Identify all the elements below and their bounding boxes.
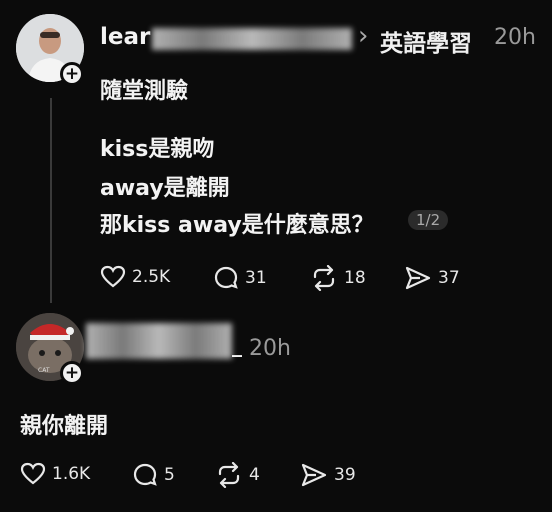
heart-icon (100, 265, 126, 288)
comment-bubble-icon (214, 266, 238, 289)
comment-bubble-icon (133, 463, 157, 486)
reply-repost-button[interactable]: 4 (215, 462, 260, 488)
reply-comment-count: 5 (164, 465, 175, 485)
reply-text: 親你離開 (20, 414, 109, 439)
plus-icon: + (64, 362, 80, 383)
like-button[interactable]: 2.5K (100, 265, 170, 289)
reply-repost-count: 4 (249, 465, 260, 485)
reply-comment-button[interactable]: 5 (132, 462, 175, 488)
post-title: 隨堂測驗 (100, 79, 189, 104)
reply-like-button[interactable]: 1.6K (20, 462, 90, 486)
reply-like-count: 1.6K (52, 464, 91, 484)
share-count: 37 (438, 268, 460, 288)
reply-share-button[interactable]: 39 (300, 462, 356, 488)
carousel-page-indicator: 1/2 (408, 210, 449, 230)
follow-button[interactable]: + (60, 62, 84, 86)
author-username[interactable]: lear (100, 24, 150, 50)
username-redaction (152, 28, 352, 50)
topic-chevron-icon: › (358, 21, 369, 51)
post-line-2: away是離開 (100, 176, 230, 201)
post-line-3: 那kiss away是什麼意思？ (100, 213, 374, 238)
topic-tag[interactable]: 英語學習 (380, 24, 472, 58)
post-line-1: kiss是親吻 (100, 137, 215, 162)
repost-button[interactable]: 18 (310, 265, 366, 291)
comment-count: 31 (245, 268, 267, 288)
post-timestamp: 20h (494, 25, 536, 50)
send-arrow-icon (405, 266, 431, 290)
reply-username-suffix: _ (232, 333, 242, 357)
reply-share-count: 39 (334, 465, 356, 485)
thread-connector-line (50, 98, 52, 303)
share-button[interactable]: 37 (404, 265, 460, 291)
plus-icon: + (64, 63, 80, 84)
repost-count: 18 (344, 268, 366, 288)
avatar-caption: CAT (38, 367, 50, 374)
reply-username-redaction (86, 323, 232, 359)
repost-arrows-icon (313, 265, 335, 291)
repost-arrows-icon (218, 462, 240, 488)
heart-icon (20, 462, 46, 485)
like-count: 2.5K (132, 267, 171, 287)
reply-follow-button[interactable]: + (60, 361, 84, 385)
comment-button[interactable]: 31 (213, 265, 267, 291)
send-arrow-icon (301, 463, 327, 487)
reply-timestamp: 20h (249, 336, 291, 361)
